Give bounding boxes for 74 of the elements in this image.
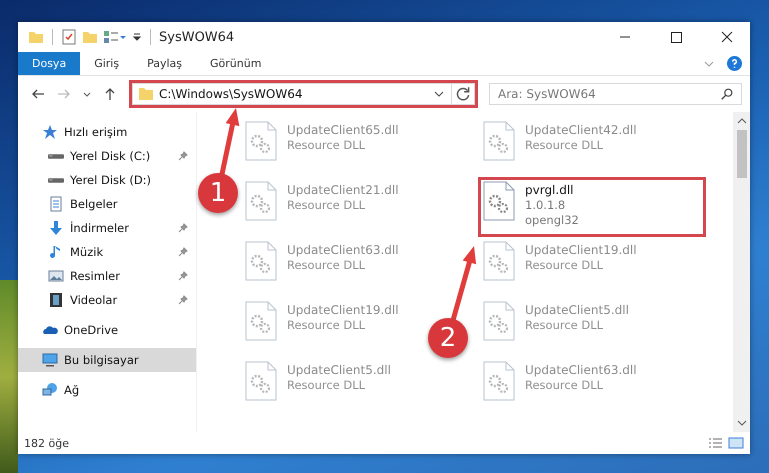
pin-icon	[178, 151, 188, 161]
download-icon	[48, 220, 64, 236]
window-title: SysWOW64	[159, 30, 234, 44]
file-detail: Resource DLL	[525, 138, 604, 152]
file-detail: Resource DLL	[287, 138, 366, 152]
folder-icon	[138, 86, 154, 102]
dll-file-icon	[245, 181, 277, 221]
file-detail: Resource DLL	[287, 318, 366, 332]
file-detail: Resource DLL	[525, 378, 604, 392]
file-name: pvrgl.dll	[525, 183, 574, 197]
file-name: UpdateClient63.dll	[525, 363, 637, 377]
drive-icon	[48, 154, 64, 158]
file-detail: Resource DLL	[525, 318, 604, 332]
file-name: UpdateClient63.dll	[287, 243, 399, 257]
file-name: UpdateClient19.dll	[287, 303, 399, 317]
nav-item[interactable]: İndirmeler	[18, 216, 196, 240]
nav-item[interactable]: Müzik	[18, 240, 196, 264]
file-detail: Resource DLL	[287, 378, 366, 392]
file-detail: Resource DLL	[287, 198, 366, 212]
pin-icon	[178, 223, 188, 233]
nav-item[interactable]: OneDrive	[18, 318, 196, 342]
network-icon	[42, 382, 58, 398]
star-icon	[42, 124, 58, 140]
ribbon-tab[interactable]: Giriş	[80, 52, 134, 75]
nav-item[interactable]: Yerel Disk (D:)	[18, 168, 196, 192]
file-detail: Resource DLL	[525, 258, 604, 272]
file-name: UpdateClient5.dll	[525, 303, 629, 317]
file-name: UpdateClient5.dll	[287, 363, 391, 377]
pin-icon	[178, 271, 188, 281]
ribbon-tab[interactable]: Görünüm	[196, 52, 276, 75]
dll-file-icon	[483, 121, 515, 161]
pin-icon	[178, 247, 188, 257]
dll-file-icon	[245, 361, 277, 401]
vertical-scrollbar[interactable]	[733, 112, 750, 432]
monitor-icon	[42, 352, 58, 368]
ribbon-tab[interactable]: Paylaş	[133, 52, 196, 75]
nav-item[interactable]: Resimler	[18, 264, 196, 288]
dll-file-icon	[483, 181, 515, 221]
file-detail: opengl32	[525, 213, 579, 227]
ribbon-tab[interactable]: Dosya	[18, 52, 80, 75]
file-item[interactable]: pvrgl.dll 1.0.1.8 opengl32	[479, 178, 705, 236]
item-count: 182 öğe	[24, 436, 69, 450]
file-detail: Resource DLL	[287, 258, 366, 272]
tiles-view-icon[interactable]	[728, 437, 744, 449]
search-field[interactable]: Ara: SysWOW64	[489, 83, 742, 105]
nav-item[interactable]: Belgeler	[18, 192, 196, 216]
file-name: UpdateClient19.dll	[525, 243, 637, 257]
dll-file-icon	[483, 241, 515, 281]
address-field[interactable]: C:\Windows\SysWOW64	[132, 83, 475, 105]
nav-item[interactable]: Yerel Disk (C:)	[18, 144, 196, 168]
picture-icon	[48, 268, 64, 284]
properties-icon[interactable]	[103, 29, 127, 45]
film-icon	[48, 292, 64, 308]
help-icon[interactable]	[727, 56, 742, 71]
dll-file-icon	[483, 301, 515, 341]
file-detail: 1.0.1.8	[525, 198, 566, 212]
dll-file-icon	[245, 241, 277, 281]
checklist-icon[interactable]	[61, 29, 77, 45]
pin-icon	[178, 295, 188, 305]
file-name: UpdateClient65.dll	[287, 123, 399, 137]
dll-file-icon	[245, 301, 277, 341]
nav-item[interactable]: Bu bilgisayar	[18, 348, 196, 372]
details-view-icon[interactable]	[708, 437, 724, 449]
file-name: UpdateClient21.dll	[287, 183, 399, 197]
dll-file-icon	[245, 121, 277, 161]
drive-icon	[48, 178, 64, 182]
nav-item[interactable]: Ağ	[18, 378, 196, 402]
nav-item[interactable]: Hızlı erişim	[18, 120, 196, 144]
search-icon	[720, 87, 734, 101]
scroll-thumb[interactable]	[736, 130, 746, 178]
file-name: UpdateClient42.dll	[525, 123, 637, 137]
dll-file-icon	[483, 361, 515, 401]
document-icon	[48, 196, 64, 212]
nav-item[interactable]: Videolar	[18, 288, 196, 312]
